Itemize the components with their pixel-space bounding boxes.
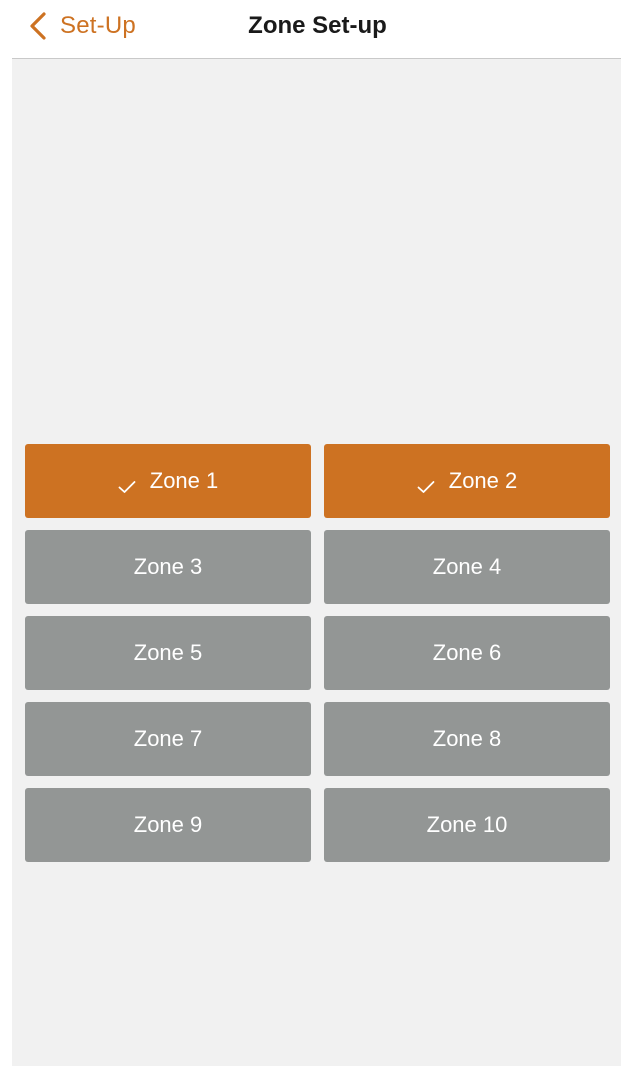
checkmark-icon [417, 474, 435, 493]
zone-label: Zone 5 [133, 640, 203, 665]
zone-button-8[interactable]: Zone 8 [324, 702, 610, 776]
zone-button-3[interactable]: Zone 3 [25, 530, 311, 604]
zone-label: Zone 2 [448, 468, 518, 493]
zone-button-10[interactable]: Zone 10 [324, 788, 610, 862]
zone-button-6[interactable]: Zone 6 [324, 616, 610, 690]
zone-button-5[interactable]: Zone 5 [25, 616, 311, 690]
page-title: Zone Set-up [248, 12, 387, 39]
zone-label: Zone 6 [432, 640, 502, 665]
zone-label: Zone 3 [133, 554, 203, 579]
zone-label: Zone 7 [133, 726, 203, 751]
zone-button-9[interactable]: Zone 9 [25, 788, 311, 862]
zone-label: Zone 10 [426, 812, 508, 837]
zone-label: Zone 8 [432, 726, 502, 751]
zone-button-2[interactable]: Zone 2 [324, 444, 610, 518]
zone-button-4[interactable]: Zone 4 [324, 530, 610, 604]
zone-label: Zone 1 [149, 468, 219, 493]
navigation-bar: Set-Up Zone Set-up [0, 0, 621, 58]
zone-button-1[interactable]: Zone 1 [25, 444, 311, 518]
zone-label: Zone 9 [133, 812, 203, 837]
zone-button-7[interactable]: Zone 7 [25, 702, 311, 776]
zone-label: Zone 4 [432, 554, 502, 579]
checkmark-icon [118, 474, 136, 493]
